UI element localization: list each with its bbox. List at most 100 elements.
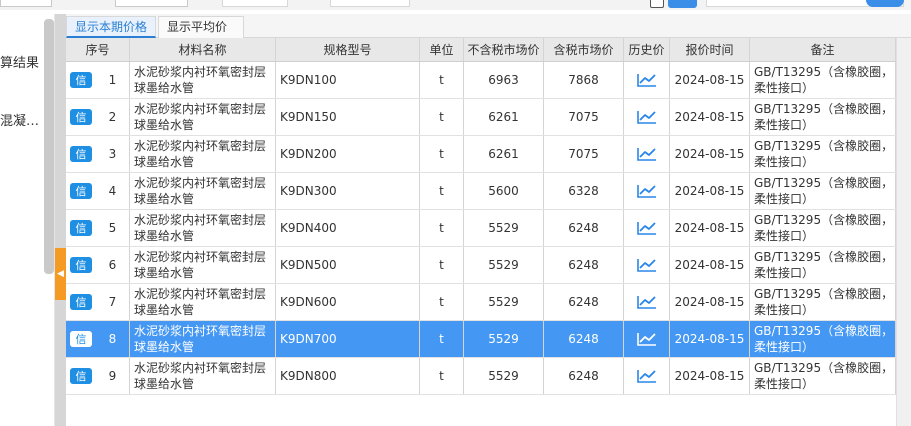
row-spec: K9DN400 <box>276 210 420 246</box>
credit-badge[interactable]: 信 <box>70 331 92 347</box>
trend-chart-icon[interactable] <box>624 173 670 209</box>
trend-chart-icon[interactable] <box>624 136 670 172</box>
header-spec[interactable]: 规格型号 <box>276 38 420 61</box>
table-row[interactable]: 信 7 水泥砂浆内衬环氧密封层球墨给水管 K9DN600 t 5529 6248 2024-0… <box>66 284 896 321</box>
row-name: 水泥砂浆内衬环氧密封层球墨给水管 <box>130 136 276 172</box>
row-incl-tax: 6248 <box>544 321 624 357</box>
row-remark: GB/T13295（含橡胶圈，柔性接口） <box>750 247 896 283</box>
header-unit[interactable]: 单位 <box>420 38 464 61</box>
row-incl-tax: 7075 <box>544 99 624 135</box>
row-unit: t <box>420 136 464 172</box>
tab-average-price[interactable]: 显示平均价 <box>158 16 244 38</box>
search-icon[interactable] <box>866 0 904 7</box>
left-panel-item[interactable]: 混凝… <box>0 110 45 129</box>
row-remark-text: GB/T13295（含橡胶圈，柔性接口） <box>754 324 894 354</box>
row-seq: 4 <box>96 173 130 209</box>
row-unit: t <box>420 321 464 357</box>
row-remark-text: GB/T13295（含橡胶圈，柔性接口） <box>754 65 894 95</box>
credit-badge[interactable]: 信 <box>70 220 92 236</box>
table-row[interactable]: 信 6 水泥砂浆内衬环氧密封层球墨给水管 K9DN500 t 5529 6248 2024-0… <box>66 247 896 284</box>
toolbar-field-3[interactable] <box>222 0 288 7</box>
toolbar-toggle-button[interactable] <box>668 0 697 8</box>
header-name[interactable]: 材料名称 <box>130 38 276 61</box>
table-row[interactable]: 信 2 水泥砂浆内衬环氧密封层球墨给水管 K9DN150 t 6261 7075 2024-0… <box>66 99 896 136</box>
toolbar-field-2[interactable] <box>115 0 188 7</box>
row-unit: t <box>420 358 464 394</box>
badge-cell: 信 <box>66 247 96 283</box>
credit-badge[interactable]: 信 <box>70 368 92 384</box>
row-quote-time: 2024-08-15 <box>670 358 750 394</box>
table-header: 序号 材料名称 规格型号 单位 不含税市场价 含税市场价 历史价 报价时间 备注 <box>66 38 896 62</box>
row-unit: t <box>420 210 464 246</box>
badge-cell: 信 <box>66 210 96 246</box>
header-remark[interactable]: 备注 <box>750 38 896 61</box>
toolbar-field-4[interactable] <box>330 0 410 7</box>
trend-chart-icon[interactable] <box>624 62 670 98</box>
price-table: 序号 材料名称 规格型号 单位 不含税市场价 含税市场价 历史价 报价时间 备注… <box>66 38 896 395</box>
row-name-text: 水泥砂浆内衬环氧密封层球墨给水管 <box>134 139 267 169</box>
row-name-text: 水泥砂浆内衬环氧密封层球墨给水管 <box>134 102 267 132</box>
credit-badge[interactable]: 信 <box>70 294 92 310</box>
row-incl-tax: 7075 <box>544 136 624 172</box>
panel-divider <box>55 14 66 426</box>
table-row[interactable]: 信 8 水泥砂浆内衬环氧密封层球墨给水管 K9DN700 t 5529 6248 2024-0… <box>66 321 896 358</box>
table-row[interactable]: 信 4 水泥砂浆内衬环氧密封层球墨给水管 K9DN300 t 5600 6328 2024-0… <box>66 173 896 210</box>
credit-badge[interactable]: 信 <box>70 72 92 88</box>
row-name-text: 水泥砂浆内衬环氧密封层球墨给水管 <box>134 287 267 317</box>
header-history[interactable]: 历史价 <box>624 38 670 61</box>
trend-chart-icon[interactable] <box>624 284 670 320</box>
row-quote-time: 2024-08-15 <box>670 210 750 246</box>
row-quote-time: 2024-08-15 <box>670 136 750 172</box>
row-seq: 9 <box>96 358 130 394</box>
app-root: 算结果 混凝… ◀ 显示本期价格 显示平均价 序号 材料名称 规格型号 单位 不… <box>0 0 911 426</box>
table-scrollbar[interactable] <box>896 38 911 426</box>
toolbar-field-1[interactable] <box>0 0 52 7</box>
row-name: 水泥砂浆内衬环氧密封层球墨给水管 <box>130 247 276 283</box>
header-seq[interactable]: 序号 <box>66 38 130 61</box>
credit-badge[interactable]: 信 <box>70 257 92 273</box>
row-remark-text: GB/T13295（含橡胶圈，柔性接口） <box>754 139 894 169</box>
header-excl-tax[interactable]: 不含税市场价 <box>464 38 544 61</box>
table-row[interactable]: 信 3 水泥砂浆内衬环氧密封层球墨给水管 K9DN200 t 6261 7075 2024-0… <box>66 136 896 173</box>
row-remark-text: GB/T13295（含橡胶圈，柔性接口） <box>754 250 894 280</box>
row-unit: t <box>420 247 464 283</box>
trend-chart-icon[interactable] <box>624 247 670 283</box>
chevron-left-icon[interactable]: ◀ <box>55 248 66 300</box>
row-excl-tax: 6261 <box>464 99 544 135</box>
trend-chart-icon[interactable] <box>624 210 670 246</box>
table-row[interactable]: 信 1 水泥砂浆内衬环氧密封层球墨给水管 K9DN100 t 6963 7868 2024-0… <box>66 62 896 99</box>
trend-chart-icon[interactable] <box>624 358 670 394</box>
row-remark-text: GB/T13295（含橡胶圈，柔性接口） <box>754 287 894 317</box>
row-remark-text: GB/T13295（含橡胶圈，柔性接口） <box>754 102 894 132</box>
tab-current-price[interactable]: 显示本期价格 <box>66 16 156 38</box>
trend-chart-icon[interactable] <box>624 99 670 135</box>
left-panel: 算结果 混凝… <box>0 14 55 426</box>
left-panel-scrollbar[interactable] <box>44 19 54 274</box>
header-quote-time[interactable]: 报价时间 <box>670 38 750 61</box>
table-row[interactable]: 信 9 水泥砂浆内衬环氧密封层球墨给水管 K9DN800 t 5529 6248 2024-0… <box>66 358 896 395</box>
row-name: 水泥砂浆内衬环氧密封层球墨给水管 <box>130 358 276 394</box>
row-name-text: 水泥砂浆内衬环氧密封层球墨给水管 <box>134 213 267 243</box>
row-seq: 5 <box>96 210 130 246</box>
credit-badge[interactable]: 信 <box>70 183 92 199</box>
credit-badge[interactable]: 信 <box>70 109 92 125</box>
trend-chart-icon[interactable] <box>624 321 670 357</box>
row-name-text: 水泥砂浆内衬环氧密封层球墨给水管 <box>134 65 267 95</box>
row-name: 水泥砂浆内衬环氧密封层球墨给水管 <box>130 62 276 98</box>
row-excl-tax: 5529 <box>464 358 544 394</box>
row-spec: K9DN800 <box>276 358 420 394</box>
badge-cell: 信 <box>66 173 96 209</box>
toolbar-icon[interactable] <box>650 0 664 8</box>
left-panel-item[interactable]: 算结果 <box>0 52 45 71</box>
row-remark: GB/T13295（含橡胶圈，柔性接口） <box>750 173 896 209</box>
row-incl-tax: 7868 <box>544 62 624 98</box>
row-unit: t <box>420 173 464 209</box>
credit-badge[interactable]: 信 <box>70 146 92 162</box>
row-excl-tax: 6261 <box>464 136 544 172</box>
row-quote-time: 2024-08-15 <box>670 173 750 209</box>
table-body: 信 1 水泥砂浆内衬环氧密封层球墨给水管 K9DN100 t 6963 7868 2024-0… <box>66 62 896 395</box>
row-name-text: 水泥砂浆内衬环氧密封层球墨给水管 <box>134 361 267 391</box>
row-name-text: 水泥砂浆内衬环氧密封层球墨给水管 <box>134 176 267 206</box>
header-incl-tax[interactable]: 含税市场价 <box>544 38 624 61</box>
table-row[interactable]: 信 5 水泥砂浆内衬环氧密封层球墨给水管 K9DN400 t 5529 6248 2024-0… <box>66 210 896 247</box>
